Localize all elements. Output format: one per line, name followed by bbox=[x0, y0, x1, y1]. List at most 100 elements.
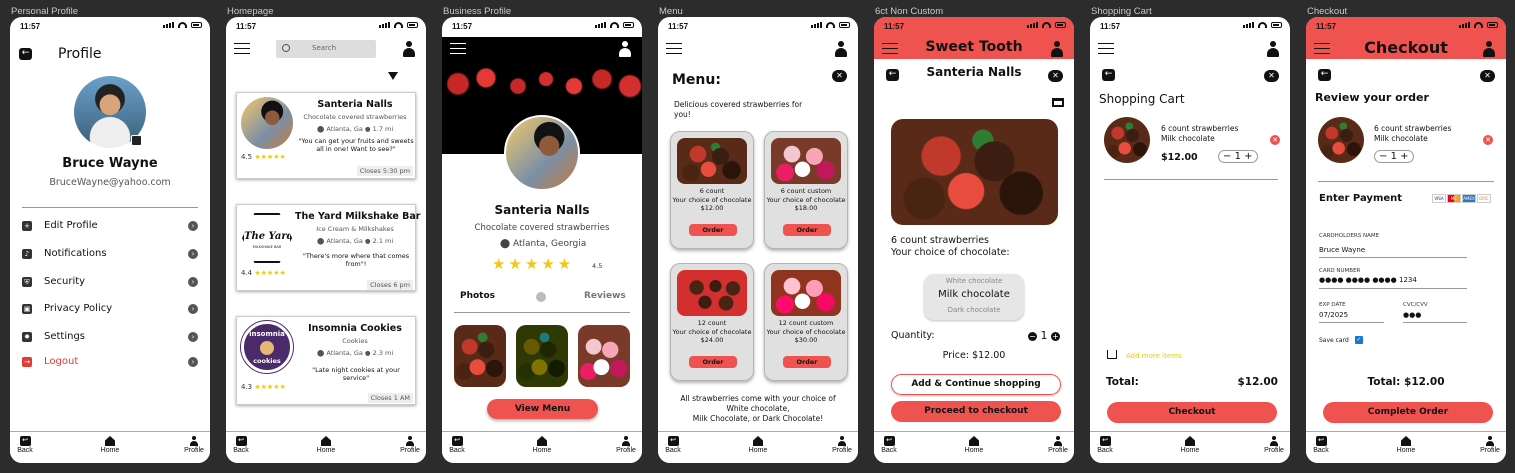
nav-back[interactable]: ↩ Back bbox=[10, 436, 40, 454]
hamburger-menu-icon[interactable] bbox=[1098, 43, 1114, 54]
nav-home[interactable]: Home bbox=[311, 436, 341, 454]
nav-home[interactable]: Home bbox=[95, 436, 125, 454]
exp-date-field[interactable]: 07/2025 bbox=[1319, 311, 1384, 323]
nav-profile[interactable]: Profile bbox=[395, 436, 425, 454]
remove-item-icon[interactable]: ✕ bbox=[1483, 135, 1493, 145]
back-icon[interactable]: ← bbox=[19, 48, 32, 60]
hamburger-menu-icon[interactable] bbox=[234, 43, 250, 54]
profile-icon[interactable] bbox=[835, 41, 847, 57]
close-icon[interactable]: ✕ bbox=[832, 70, 847, 82]
cardholder-field[interactable]: Bruce Wayne bbox=[1319, 246, 1467, 258]
close-icon[interactable]: ✕ bbox=[1480, 70, 1495, 82]
add-more-items-link[interactable]: Add more items bbox=[1126, 352, 1182, 360]
view-menu-button[interactable]: View Menu bbox=[487, 399, 598, 419]
menu-logout[interactable]: → Logout › bbox=[22, 356, 198, 370]
menu-notifications[interactable]: ♪ Notifications › bbox=[22, 248, 198, 262]
nav-home[interactable]: Home bbox=[1391, 436, 1421, 454]
menu-security[interactable]: ⛨ Security › bbox=[22, 276, 198, 290]
plus-icon[interactable]: + bbox=[1051, 332, 1060, 341]
close-icon[interactable]: ✕ bbox=[1048, 70, 1063, 82]
nav-profile[interactable]: Profile bbox=[1043, 436, 1073, 454]
back-icon[interactable]: ← bbox=[1318, 69, 1331, 81]
tab-reviews[interactable]: Reviews bbox=[584, 291, 626, 301]
menu-item-card[interactable]: 12 count Your choice of chocolate $24.00 O… bbox=[670, 263, 754, 381]
gallery-photo[interactable] bbox=[578, 325, 630, 387]
nav-profile[interactable]: Profile bbox=[1475, 436, 1505, 454]
order-button[interactable]: Order bbox=[689, 356, 737, 368]
nav-home[interactable]: Home bbox=[1175, 436, 1205, 454]
chocolate-picker[interactable]: White chocolate Milk chocolate Dark choc… bbox=[924, 274, 1024, 320]
add-continue-button[interactable]: Add & Continue shopping bbox=[891, 374, 1061, 395]
tab-toggle-icon[interactable] bbox=[536, 292, 546, 302]
menu-item-card[interactable]: 6 count custom Your choice of chocolate $1… bbox=[764, 131, 848, 249]
nav-home[interactable]: Home bbox=[527, 436, 557, 454]
cvc-field[interactable]: ●●● bbox=[1403, 311, 1467, 323]
minus-icon[interactable]: − bbox=[1028, 332, 1037, 341]
hamburger-menu-icon[interactable] bbox=[450, 43, 466, 54]
tab-photos[interactable]: Photos bbox=[460, 291, 495, 301]
card-number-field[interactable]: ●●●● ●●●● ●●●● 1234 bbox=[1319, 276, 1467, 289]
back-icon[interactable]: ← bbox=[1102, 69, 1115, 81]
profile-icon[interactable] bbox=[1483, 41, 1495, 57]
option-dark-chocolate[interactable]: Dark chocolate bbox=[924, 306, 1024, 314]
profile-icon[interactable] bbox=[1051, 41, 1063, 57]
nav-back[interactable]: ↩ Back bbox=[226, 436, 256, 454]
cart-icon[interactable] bbox=[1052, 98, 1064, 107]
nav-profile[interactable]: Profile bbox=[611, 436, 641, 454]
rating-stars: 4.3 ★★★★★ bbox=[241, 383, 286, 391]
gallery-photo[interactable] bbox=[516, 325, 568, 387]
restaurant-card[interactable]: Santeria Nalls Chocolate covered strawbe… bbox=[236, 92, 416, 179]
hamburger-menu-icon[interactable] bbox=[666, 43, 682, 54]
search-input[interactable]: Search bbox=[276, 40, 376, 58]
save-card-checkbox[interactable]: ✓ bbox=[1355, 336, 1363, 344]
item-title: 12 count bbox=[697, 319, 727, 327]
profile-icon[interactable] bbox=[619, 41, 631, 57]
chevron-right-icon: › bbox=[188, 221, 198, 231]
profile-icon[interactable] bbox=[403, 41, 415, 57]
status-time: 11:57 bbox=[452, 22, 473, 31]
nav-back[interactable]: ↩ Back bbox=[1090, 436, 1120, 454]
nav-back[interactable]: ↩ Back bbox=[442, 436, 472, 454]
quantity-stepper[interactable]: − 1 + bbox=[1374, 150, 1414, 163]
restaurant-card[interactable]: insomnia cookies Insomnia Cookies Cookie… bbox=[236, 316, 416, 405]
back-icon: ↩ bbox=[1099, 436, 1111, 446]
checkout-button[interactable]: Checkout bbox=[1107, 402, 1277, 423]
nav-home[interactable]: Home bbox=[743, 436, 773, 454]
nav-back[interactable]: ↩ Back bbox=[658, 436, 688, 454]
order-button[interactable]: Order bbox=[783, 224, 831, 236]
menu-item-card[interactable]: 6 count Your choice of chocolate $12.00 Or… bbox=[670, 131, 754, 249]
quantity-stepper[interactable]: − 1 + bbox=[1028, 329, 1060, 342]
edit-photo-icon[interactable] bbox=[131, 135, 142, 146]
battery-icon bbox=[839, 22, 850, 28]
filter-icon[interactable] bbox=[388, 72, 398, 80]
nav-home[interactable]: Home bbox=[959, 436, 989, 454]
option-white-chocolate[interactable]: White chocolate bbox=[924, 277, 1024, 285]
wifi-icon bbox=[1258, 22, 1267, 28]
restaurant-card[interactable]: The Yard MILKSHAKE BAR The Yard Milkshak… bbox=[236, 204, 420, 291]
menu-settings[interactable]: ✹ Settings › bbox=[22, 331, 198, 345]
plus-icon[interactable]: + bbox=[1244, 151, 1252, 162]
order-button[interactable]: Order bbox=[689, 224, 737, 236]
nav-back[interactable]: ↩ Back bbox=[1306, 436, 1336, 454]
minus-icon[interactable]: − bbox=[1379, 151, 1387, 162]
menu-item-card[interactable]: 12 count custom Your choice of chocolate $… bbox=[764, 263, 848, 381]
nav-profile[interactable]: Profile bbox=[827, 436, 857, 454]
minus-icon[interactable]: − bbox=[1223, 151, 1231, 162]
close-icon[interactable]: ✕ bbox=[1264, 70, 1279, 82]
quantity-stepper[interactable]: − 1 + bbox=[1218, 150, 1258, 163]
total-value: $12.00 bbox=[1237, 376, 1278, 388]
complete-order-button[interactable]: Complete Order bbox=[1323, 402, 1493, 423]
menu-edit-profile[interactable]: + Edit Profile › bbox=[22, 220, 198, 234]
item-photo bbox=[677, 138, 747, 184]
plus-icon[interactable]: + bbox=[1400, 151, 1408, 162]
proceed-checkout-button[interactable]: Proceed to checkout bbox=[891, 401, 1061, 422]
gallery-photo[interactable] bbox=[454, 325, 506, 387]
nav-back[interactable]: ↩ Back bbox=[874, 436, 904, 454]
profile-icon[interactable] bbox=[1267, 41, 1279, 57]
remove-item-icon[interactable]: ✕ bbox=[1270, 135, 1280, 145]
menu-privacy-policy[interactable]: ▣ Privacy Policy › bbox=[22, 303, 198, 317]
nav-profile[interactable]: Profile bbox=[1259, 436, 1289, 454]
nav-profile[interactable]: Profile bbox=[179, 436, 209, 454]
option-milk-chocolate[interactable]: Milk chocolate bbox=[924, 289, 1024, 300]
order-button[interactable]: Order bbox=[783, 356, 831, 368]
